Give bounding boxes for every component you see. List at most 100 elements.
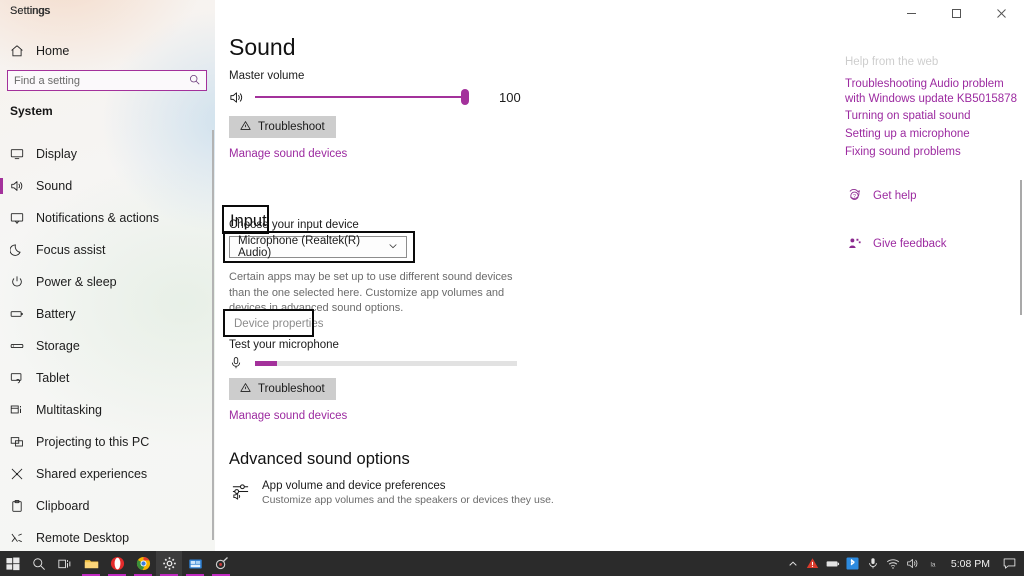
microphone-level-fill [255, 360, 277, 366]
wifi-icon[interactable] [883, 551, 903, 576]
task-view-button[interactable] [52, 551, 78, 576]
store-button[interactable] [182, 551, 208, 576]
sidebar-item-label: Battery [36, 307, 76, 321]
test-microphone-label: Test your microphone [229, 339, 339, 351]
sidebar-item-focus-assist[interactable]: Focus assist [0, 234, 215, 266]
sidebar-item-label: Storage [36, 339, 80, 353]
get-help-label: Get help [873, 189, 917, 202]
sidebar-item-remote-desktop[interactable]: Remote Desktop [0, 522, 215, 551]
warning-icon [240, 382, 251, 396]
window-title: Settings [10, 5, 51, 17]
microphone-icon[interactable] [863, 551, 883, 576]
shared-icon [10, 467, 36, 481]
sidebar-item-label: Power & sleep [36, 275, 117, 289]
projecting-icon [10, 435, 36, 449]
svg-text:la: la [930, 561, 935, 568]
sidebar-item-clipboard[interactable]: Clipboard [0, 490, 215, 522]
help-link-fixing-sound-problems[interactable]: Fixing sound problems [845, 145, 1017, 160]
monitor-icon [10, 147, 36, 161]
page-title: Sound [229, 34, 296, 60]
sidebar-item-projecting[interactable]: Projecting to this PC [0, 426, 215, 458]
clock-time[interactable]: 5:08 PM [943, 558, 998, 570]
output-troubleshoot-label: Troubleshoot [258, 121, 325, 133]
give-feedback-item[interactable]: Give feedback [847, 237, 947, 250]
show-hidden-icons-chevron-icon[interactable] [783, 551, 803, 576]
sidebar-group-header: System [10, 104, 53, 118]
sidebar-item-label: Clipboard [36, 499, 90, 513]
tablet-icon [10, 371, 36, 385]
system-tray: la 5:08 PM [783, 551, 1024, 576]
app-volume-preferences-item[interactable]: App volume and device preferences Custom… [231, 480, 561, 506]
right-panel-scrollbar[interactable] [1020, 180, 1022, 315]
sidebar-item-shared-experiences[interactable]: Shared experiences [0, 458, 215, 490]
volume-icon[interactable] [903, 551, 923, 576]
speaker-icon [10, 179, 36, 193]
sidebar-item-label: Focus assist [36, 243, 106, 257]
settings-button[interactable] [156, 551, 182, 576]
warning-icon [240, 120, 251, 134]
sidebar-item-label: Display [36, 147, 77, 161]
sidebar-item-storage[interactable]: Storage [0, 330, 215, 362]
chrome-button[interactable] [130, 551, 156, 576]
minimize-button[interactable] [889, 0, 934, 26]
choose-input-device-label: Choose your input device [229, 219, 359, 231]
get-help-icon: ? [847, 189, 861, 202]
volume-value: 100 [499, 89, 521, 105]
master-volume-slider[interactable]: 100 [229, 89, 529, 105]
media-app-button[interactable] [208, 551, 234, 576]
sidebar-item-home[interactable]: Home [0, 38, 215, 64]
input-troubleshoot-button[interactable]: Troubleshoot [229, 378, 336, 400]
help-link-troubleshooting-audio[interactable]: Troubleshooting Audio problem with Windo… [845, 77, 1017, 106]
output-troubleshoot-button[interactable]: Troubleshoot [229, 116, 336, 138]
sidebar-item-label: Sound [36, 179, 73, 193]
battery-icon[interactable] [823, 551, 843, 576]
sidebar-item-notifications[interactable]: Notifications & actions [0, 202, 215, 234]
master-volume-label: Master volume [229, 70, 305, 82]
bluetooth-icon[interactable] [843, 551, 863, 576]
remote-desktop-icon [10, 531, 36, 545]
opera-button[interactable] [104, 551, 130, 576]
volume-thumb[interactable] [461, 89, 469, 105]
search-button[interactable] [26, 551, 52, 576]
close-button[interactable] [979, 0, 1024, 26]
app-volume-icon [231, 480, 250, 506]
get-help-item[interactable]: ? Get help [847, 189, 916, 202]
sidebar-item-label: Remote Desktop [36, 531, 130, 545]
language-indicator-icon[interactable]: la [923, 551, 943, 576]
sidebar-item-label: Projecting to this PC [36, 435, 150, 449]
advanced-options-heading: Advanced sound options [229, 450, 410, 468]
sidebar-nav-list: Display Sound Notifications & actions Fo… [0, 138, 215, 551]
app-volume-title: App volume and device preferences [262, 480, 446, 492]
taskbar: la 5:08 PM [0, 551, 1024, 576]
sidebar-scrollbar[interactable] [212, 130, 214, 540]
home-label: Home [36, 44, 70, 58]
help-link-setting-up-microphone[interactable]: Setting up a microphone [845, 127, 1017, 142]
input-manage-sound-devices-link[interactable]: Manage sound devices [229, 410, 347, 422]
svg-text:?: ? [853, 194, 856, 200]
file-explorer-button[interactable] [78, 551, 104, 576]
search-box[interactable] [7, 70, 207, 91]
volume-track[interactable] [255, 89, 469, 105]
sidebar-item-sound[interactable]: Sound [0, 170, 215, 202]
window-controls [889, 0, 1024, 26]
sidebar-item-display[interactable]: Display [0, 138, 215, 170]
output-manage-sound-devices-link[interactable]: Manage sound devices [229, 148, 347, 160]
help-link-spatial-sound[interactable]: Turning on spatial sound [845, 109, 1017, 124]
help-from-web-header: Help from the web [845, 56, 939, 68]
sidebar-item-multitasking[interactable]: Multitasking [0, 394, 215, 426]
moon-icon [10, 243, 36, 257]
clipboard-icon [10, 499, 36, 513]
notification-center-icon[interactable] [998, 551, 1020, 576]
sidebar-item-label: Multitasking [36, 403, 102, 417]
sidebar-item-battery[interactable]: Battery [0, 298, 215, 330]
sidebar-item-tablet[interactable]: Tablet [0, 362, 215, 394]
warning-icon[interactable] [803, 551, 823, 576]
maximize-button[interactable] [934, 0, 979, 26]
sidebar-item-power-sleep[interactable]: Power & sleep [0, 266, 215, 298]
start-button[interactable] [0, 551, 26, 576]
storage-icon [10, 339, 36, 353]
give-feedback-icon [847, 237, 861, 250]
notification-icon [10, 211, 36, 225]
search-input[interactable] [14, 74, 185, 87]
microphone-level-meter [229, 356, 517, 370]
